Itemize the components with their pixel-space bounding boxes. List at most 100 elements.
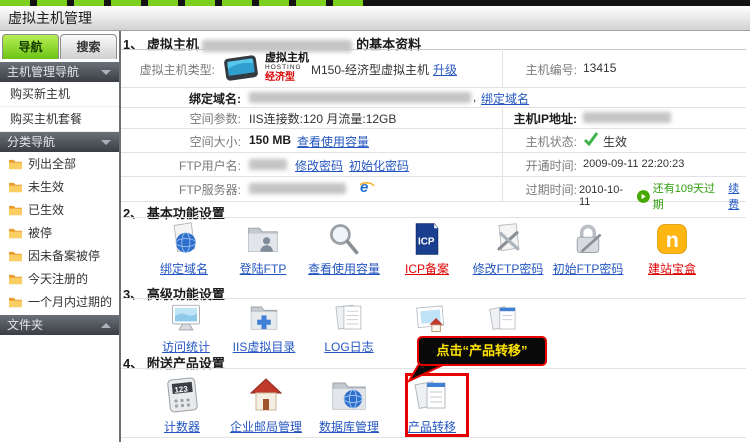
space-params-label: 空间参数:: [121, 110, 241, 127]
section-header-label: 文件夹: [0, 318, 43, 332]
function-label[interactable]: 初始FTP密码: [553, 260, 624, 277]
section-header-label: 主机管理导航: [0, 65, 79, 79]
tab-navigation[interactable]: 导航: [2, 34, 59, 59]
house-icon: [246, 375, 286, 415]
sidebar-section-folders[interactable]: 文件夹: [0, 315, 119, 335]
function-init-ftp-password[interactable]: 初始FTP密码: [548, 221, 628, 277]
function-bind-domain[interactable]: 绑定域名: [144, 221, 224, 277]
sidebar-item-buy-new-host[interactable]: 购买新主机: [0, 82, 119, 107]
function-label[interactable]: 修改FTP密码: [473, 260, 544, 277]
sidebar-item-buy-host-plan[interactable]: 购买主机套餐: [0, 107, 119, 132]
icp-icon: ICP: [409, 221, 445, 257]
bind-domain-link[interactable]: 绑定域名: [481, 90, 529, 107]
function-label[interactable]: LOG日志: [324, 338, 373, 355]
folder-label: 被停: [28, 224, 52, 241]
green-arrow-circle-icon: [637, 190, 650, 203]
open-time-label: 开通时间:: [491, 157, 577, 174]
folder-icon: [8, 204, 23, 216]
ftp-user-label: FTP用户名:: [121, 157, 241, 174]
sidebar-item-expiring-in-month[interactable]: 一个月内过期的: [0, 290, 119, 313]
folder-label: 因未备案被停: [28, 247, 100, 264]
chevron-up-icon: [101, 323, 111, 328]
folder-label: 列出全部: [28, 155, 76, 172]
hosting-type-badge: 虚拟主机 HOSTING 经济型: [221, 53, 309, 83]
ftp-server-label: FTP服务器:: [121, 181, 241, 198]
host-id-value: 13415: [583, 61, 616, 75]
svg-text:n: n: [666, 227, 679, 252]
calculator-icon: 123: [162, 375, 202, 415]
tab-search[interactable]: 搜索: [60, 34, 117, 59]
space-params-value: IIS连接数:120 月流量:12GB: [249, 110, 396, 127]
folder-icon: [8, 273, 23, 285]
function-label[interactable]: IIS虚拟目录: [233, 338, 296, 355]
monitor-icon: [169, 301, 203, 335]
callout-bubble: 点击“产品转移”: [417, 336, 547, 366]
function-login-ftp[interactable]: 登陆FTP: [223, 221, 303, 277]
log-pages-icon: [332, 301, 366, 335]
function-site-builder-box[interactable]: n 建站宝盒: [632, 221, 712, 277]
sidebar-item-not-active[interactable]: 未生效: [0, 175, 119, 198]
function-label[interactable]: ICP备案: [405, 260, 449, 277]
badge-line2: HOSTING: [265, 64, 309, 72]
host-type-label: 虚拟主机类型:: [121, 61, 215, 78]
change-password-link[interactable]: 修改密码: [295, 157, 343, 174]
badge-line3: 经济型: [265, 72, 309, 83]
svg-text:123: 123: [174, 384, 189, 394]
function-label[interactable]: 计数器: [164, 418, 200, 435]
function-label[interactable]: 登陆FTP: [240, 260, 287, 277]
function-iis-virtual-dir[interactable]: IIS虚拟目录: [224, 301, 304, 355]
upgrade-link[interactable]: 升级: [433, 61, 457, 78]
folder-icon: [8, 181, 23, 193]
function-label[interactable]: 查看使用容量: [308, 260, 380, 277]
function-label[interactable]: 绑定域名: [160, 260, 208, 277]
function-label[interactable]: 数据库管理: [319, 418, 379, 435]
ie-browser-icon[interactable]: e: [358, 178, 376, 196]
function-label[interactable]: 企业邮局管理: [230, 418, 302, 435]
function-change-ftp-password[interactable]: 修改FTP密码: [468, 221, 548, 277]
view-usage-link[interactable]: 查看使用容量: [297, 133, 369, 150]
function-database-management[interactable]: 数据库管理: [309, 375, 389, 435]
redacted-ip: [583, 112, 671, 123]
page-globe-icon: [166, 221, 202, 257]
space-size-value: 150 MB: [249, 133, 291, 147]
renew-link[interactable]: 续费: [728, 180, 750, 212]
callout-tail: [403, 363, 449, 383]
folder-label: 今天注册的: [28, 270, 88, 287]
sidebar-section-category-nav[interactable]: 分类导航: [0, 132, 119, 152]
function-icp-filing[interactable]: ICP ICP备案: [387, 221, 467, 277]
sidebar-item-stopped-no-icp[interactable]: 因未备案被停: [0, 244, 119, 267]
host-type-value: M150-经济型虚拟主机: [311, 61, 429, 78]
svg-text:e: e: [360, 179, 368, 196]
pages-pencil-icon: [487, 301, 521, 335]
function-counter[interactable]: 123 计数器: [142, 375, 222, 435]
sidebar-item-stopped[interactable]: 被停: [0, 221, 119, 244]
chevron-down-icon: [101, 140, 111, 145]
folder-user-icon: [245, 221, 281, 257]
init-password-link[interactable]: 初始化密码: [349, 157, 409, 174]
redacted-ftp-user: [249, 159, 287, 170]
section-heading-basic-functions: 2、 基本功能设置: [123, 203, 225, 222]
sidebar-item-registered-today[interactable]: 今天注册的: [0, 267, 119, 290]
function-log[interactable]: LOG日志: [309, 301, 389, 355]
folder-icon: [8, 250, 23, 262]
function-enterprise-mail[interactable]: 企业邮局管理: [226, 375, 306, 435]
sidebar-item-list-all[interactable]: 列出全部: [0, 152, 119, 175]
section-header-label: 分类导航: [0, 135, 55, 149]
function-visit-stats[interactable]: 访问统计: [146, 301, 226, 355]
sidebar-section-host-management[interactable]: 主机管理导航: [0, 62, 119, 82]
svg-text:ICP: ICP: [418, 236, 435, 247]
lock-icon: [570, 221, 606, 257]
expire-time-label: 过期时间:: [491, 181, 577, 198]
folder-label: 已生效: [28, 201, 64, 218]
chevron-down-icon: [101, 70, 111, 75]
section-heading-basic-info: 1、 虚拟主机 的基本资料: [123, 34, 421, 53]
domain-label: 绑定域名:: [121, 90, 241, 107]
expire-note: 还有109天过期: [653, 180, 726, 212]
function-label[interactable]: 建站宝盒: [648, 260, 696, 277]
redacted-domains: [249, 92, 471, 103]
badge-line1: 虚拟主机: [265, 53, 309, 64]
magnifier-icon: [326, 221, 362, 257]
sidebar-item-active[interactable]: 已生效: [0, 198, 119, 221]
function-view-usage[interactable]: 查看使用容量: [304, 221, 384, 277]
page-title: 虚拟主机管理: [0, 6, 92, 30]
